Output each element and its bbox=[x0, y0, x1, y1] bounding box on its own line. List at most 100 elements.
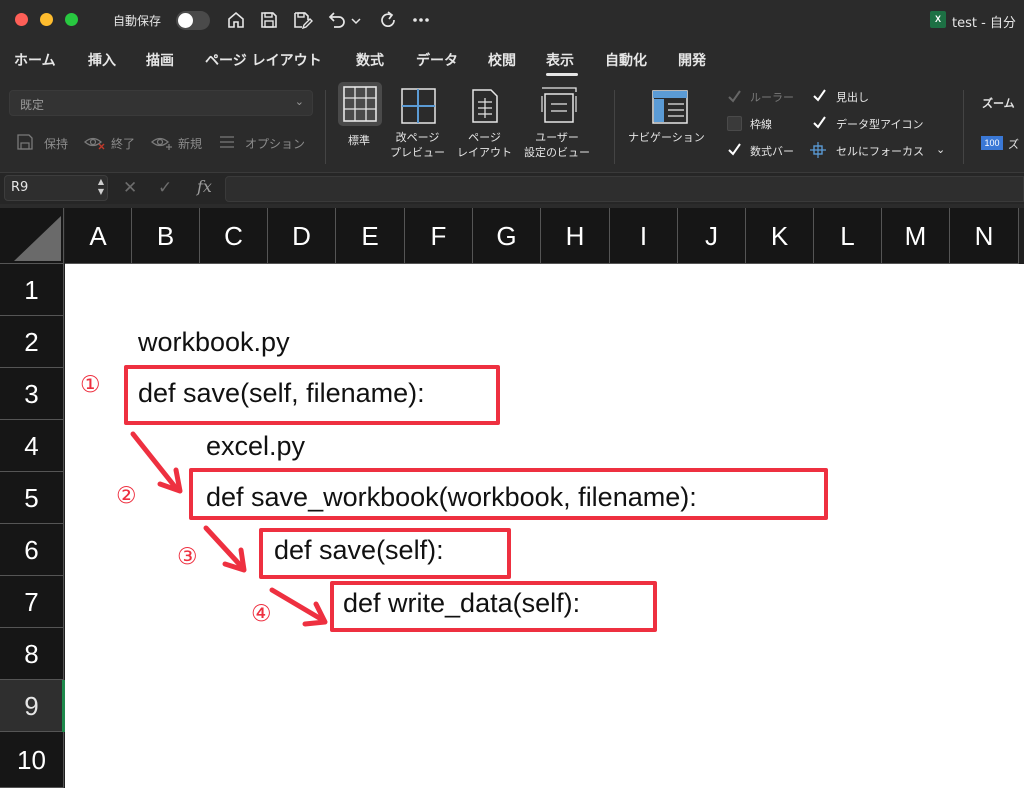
tab-review[interactable]: 校閲 bbox=[488, 50, 516, 70]
tab-view[interactable]: 表示 bbox=[546, 50, 574, 70]
column-header-d[interactable]: D bbox=[268, 208, 336, 264]
headings-checkbox-checkmark-icon[interactable] bbox=[812, 88, 827, 103]
insert-function-icon[interactable]: fx bbox=[197, 177, 212, 196]
formula-bar-checkbox-checkmark-icon[interactable] bbox=[727, 142, 742, 157]
highlight-box-2 bbox=[189, 468, 828, 520]
select-all-triangle-icon bbox=[14, 216, 61, 261]
headings-label: 見出し bbox=[836, 91, 869, 104]
normal-view-icon bbox=[343, 86, 377, 122]
column-header-g[interactable]: G bbox=[473, 208, 541, 264]
minimize-window-button[interactable] bbox=[40, 13, 53, 26]
row-header-5[interactable]: 5 bbox=[0, 472, 64, 524]
column-header-f[interactable]: F bbox=[405, 208, 473, 264]
ribbon-divider bbox=[963, 90, 964, 164]
tab-data[interactable]: データ bbox=[416, 50, 458, 70]
row-header-6[interactable]: 6 bbox=[0, 524, 64, 576]
name-box-value: R9 bbox=[11, 180, 29, 195]
tab-draw[interactable]: 描画 bbox=[146, 50, 174, 70]
page-break-preview-icon[interactable] bbox=[397, 84, 441, 128]
row-header-9[interactable]: 9 bbox=[0, 680, 64, 732]
sheet-view-select[interactable]: 既定 ⌄ bbox=[9, 90, 313, 116]
keep-button[interactable]: 保持 bbox=[44, 135, 68, 152]
page-break-preview-label: 改ページ プレビュー bbox=[390, 131, 445, 159]
step-marker-3: ③ bbox=[177, 544, 198, 570]
column-header-k[interactable]: K bbox=[746, 208, 814, 264]
options-list-icon bbox=[220, 136, 234, 148]
column-header-a[interactable]: A bbox=[65, 208, 132, 264]
tab-home[interactable]: ホーム bbox=[14, 50, 56, 70]
navigation-pane-icon[interactable] bbox=[650, 88, 690, 128]
column-header-l[interactable]: L bbox=[814, 208, 882, 264]
page-layout-icon[interactable] bbox=[465, 84, 505, 128]
row-header-7[interactable]: 7 bbox=[0, 576, 64, 628]
row-header-10[interactable]: 10 bbox=[0, 732, 64, 788]
column-header-c[interactable]: C bbox=[200, 208, 268, 264]
step-marker-4: ④ bbox=[251, 601, 272, 627]
undo-icon[interactable] bbox=[325, 9, 347, 31]
highlight-box-4 bbox=[330, 581, 657, 632]
keep-icon bbox=[17, 134, 33, 150]
autosave-toggle[interactable] bbox=[176, 11, 210, 30]
highlight-box-1 bbox=[124, 365, 500, 425]
chevron-down-icon: ⌄ bbox=[294, 95, 304, 108]
undo-dropdown-chevron-icon[interactable] bbox=[349, 9, 363, 31]
enter-formula-icon[interactable]: ✓ bbox=[158, 178, 172, 198]
column-header-j[interactable]: J bbox=[678, 208, 746, 264]
row-header-1[interactable]: 1 bbox=[0, 264, 64, 316]
column-header-n[interactable]: N bbox=[950, 208, 1019, 264]
new-view-button[interactable]: 新規 bbox=[178, 135, 202, 152]
column-header-h[interactable]: H bbox=[541, 208, 610, 264]
zoom-button-label[interactable]: ズ bbox=[1008, 136, 1019, 152]
more-options-icon[interactable] bbox=[410, 9, 432, 31]
navigation-button[interactable]: ナビゲーション bbox=[628, 130, 705, 145]
custom-views-icon[interactable] bbox=[537, 84, 581, 128]
save-icon[interactable] bbox=[258, 9, 280, 31]
normal-view-label: 標準 bbox=[348, 134, 370, 147]
autosave-label: 自動保存 bbox=[113, 14, 162, 28]
ruler-checkbox-checkmark-icon[interactable] bbox=[727, 89, 742, 104]
tab-developer[interactable]: 開発 bbox=[678, 50, 706, 70]
cancel-formula-icon[interactable]: ✕ bbox=[123, 178, 137, 198]
exit-view-button[interactable]: 終了 bbox=[111, 135, 135, 152]
tab-page-layout[interactable]: ページ レイアウト bbox=[205, 50, 322, 70]
focus-cell-chevron-down-icon[interactable]: ⌄ bbox=[936, 143, 945, 156]
column-header-i[interactable]: I bbox=[610, 208, 678, 264]
name-box[interactable]: R9 ▲ ▼ bbox=[4, 175, 108, 201]
select-all-corner[interactable] bbox=[0, 208, 64, 264]
data-type-icons-checkbox-checkmark-icon[interactable] bbox=[812, 115, 827, 130]
row-header-2[interactable]: 2 bbox=[0, 316, 64, 368]
column-header-m[interactable]: M bbox=[882, 208, 950, 264]
normal-view-button[interactable] bbox=[338, 82, 382, 126]
formula-bar: R9 ▲ ▼ ✕ ✓ fx bbox=[0, 172, 1024, 204]
custom-views-label: ユーザー 設定のビュー bbox=[524, 131, 590, 159]
zoom-window-button[interactable] bbox=[65, 13, 78, 26]
formula-bar-label: 数式バー bbox=[750, 145, 794, 158]
row-header-3[interactable]: 3 bbox=[0, 368, 64, 420]
tab-formulas[interactable]: 数式 bbox=[356, 50, 384, 70]
zoom-group-label: ズーム bbox=[982, 97, 1015, 110]
focus-cell-icon[interactable] bbox=[809, 141, 827, 159]
formula-input[interactable] bbox=[225, 176, 1024, 202]
tab-insert[interactable]: 挿入 bbox=[88, 50, 116, 70]
step-marker-2: ② bbox=[116, 483, 137, 509]
row-header-4[interactable]: 4 bbox=[0, 420, 64, 472]
view-options-button[interactable]: オプション bbox=[245, 135, 305, 152]
row-header-8[interactable]: 8 bbox=[0, 628, 64, 680]
new-view-icon bbox=[151, 137, 172, 150]
save-as-icon[interactable] bbox=[291, 9, 313, 31]
zoom-100-icon[interactable]: 100 bbox=[981, 136, 1003, 150]
tab-automate[interactable]: 自動化 bbox=[605, 50, 647, 70]
name-box-stepper-icon[interactable]: ▲ ▼ bbox=[98, 177, 104, 197]
close-window-button[interactable] bbox=[15, 13, 28, 26]
document-title: test - 自分 bbox=[952, 16, 1016, 31]
column-header-b[interactable]: B bbox=[132, 208, 200, 264]
redo-icon[interactable] bbox=[377, 9, 399, 31]
highlight-box-3 bbox=[259, 528, 511, 579]
home-icon[interactable] bbox=[225, 9, 247, 31]
page-layout-label: ページ レイアウト bbox=[457, 131, 512, 159]
excel-file-icon: X bbox=[930, 11, 946, 28]
ribbon-divider bbox=[614, 90, 615, 164]
column-header-e[interactable]: E bbox=[336, 208, 405, 264]
gridlines-checkbox[interactable] bbox=[727, 116, 742, 131]
focus-cell-label[interactable]: セルにフォーカス bbox=[836, 143, 924, 159]
